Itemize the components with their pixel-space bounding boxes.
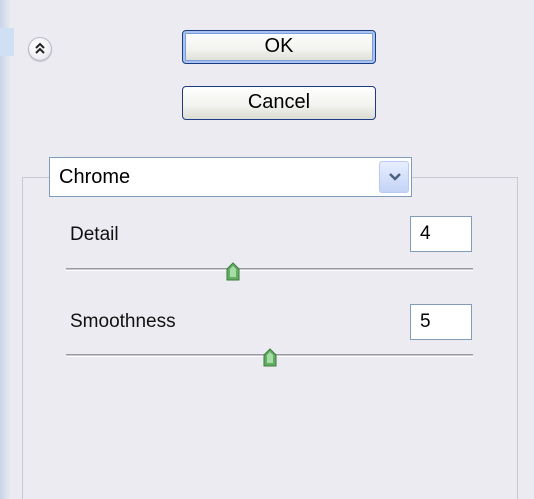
smoothness-label: Smoothness	[70, 311, 176, 332]
group-box-border	[517, 177, 518, 499]
smoothness-value: 5	[420, 311, 431, 332]
preset-dropdown[interactable]: Chrome	[49, 157, 412, 197]
collapse-button[interactable]	[28, 37, 52, 61]
window-edge	[0, 0, 10, 499]
group-box-border	[412, 177, 518, 178]
detail-label: Detail	[70, 224, 119, 245]
detail-slider-thumb[interactable]	[225, 262, 241, 282]
detail-value: 4	[420, 223, 431, 244]
preset-dropdown-value: Chrome	[59, 166, 131, 188]
detail-slider-track[interactable]	[66, 268, 473, 271]
cancel-button[interactable]: Cancel	[182, 86, 376, 120]
dropdown-arrow-button[interactable]	[379, 161, 409, 193]
window-edge-accent	[0, 28, 14, 56]
group-box-border	[22, 177, 23, 499]
smoothness-value-input[interactable]: 5	[410, 304, 472, 340]
double-chevron-up-icon	[35, 42, 45, 54]
detail-value-input[interactable]: 4	[410, 216, 472, 252]
chevron-down-icon	[389, 173, 401, 181]
group-box-border	[22, 177, 49, 178]
smoothness-slider-thumb[interactable]	[262, 348, 278, 368]
ok-button[interactable]: OK	[182, 30, 376, 64]
